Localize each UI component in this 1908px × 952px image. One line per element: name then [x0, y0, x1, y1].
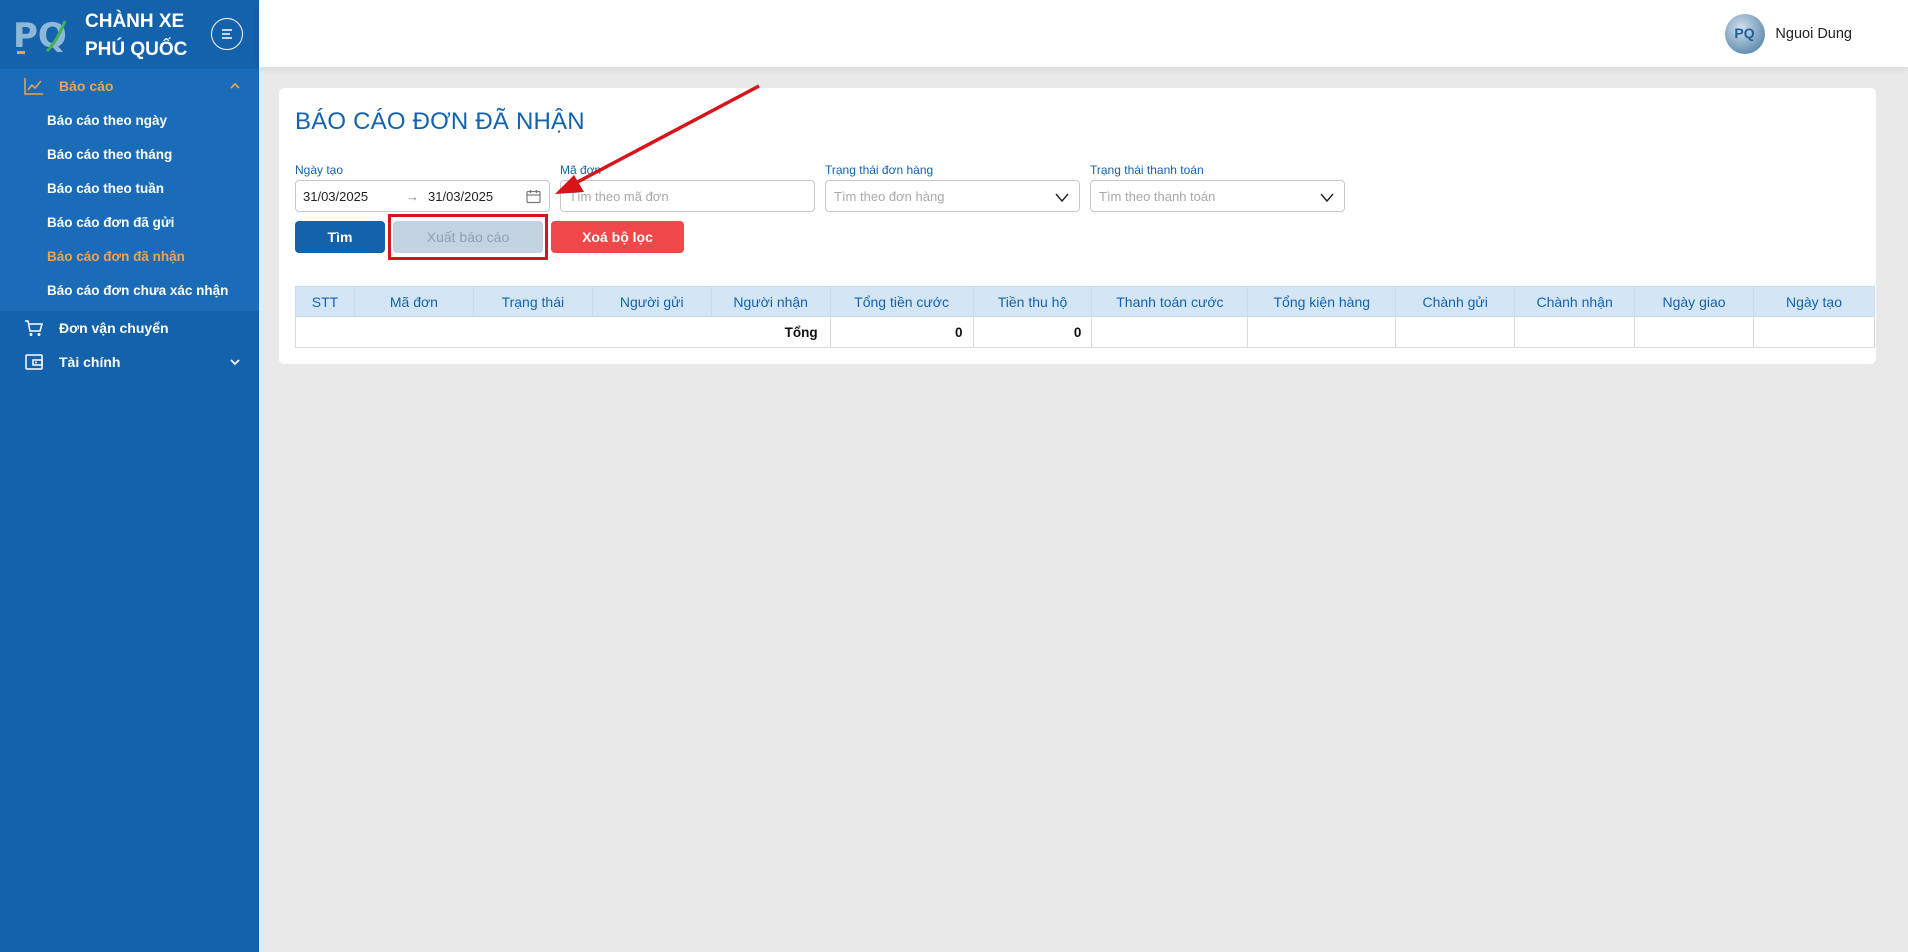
order-code-label: Mã đơn — [560, 163, 602, 177]
payment-status-select[interactable]: Tìm theo thanh toán — [1090, 180, 1345, 212]
sidebar-item-shipping-orders[interactable]: Đơn vận chuyển — [0, 311, 259, 345]
total-freight-value: 0 — [829, 316, 974, 348]
brand-line-2: PHÚ QUỐC — [85, 39, 188, 60]
chevron-down-icon — [230, 359, 240, 366]
sidebar-item-label: Đơn vận chuyển — [59, 320, 169, 336]
order-code-placeholder: Tìm theo mã đơn — [569, 188, 669, 204]
brand: PQ CHÀNH XE PHÚ QUỐC — [0, 0, 259, 69]
col-created-date[interactable]: Ngày tạo — [1752, 286, 1876, 317]
order-status-select[interactable]: Tìm theo đơn hàng — [825, 180, 1080, 212]
sidebar-item-finance[interactable]: Tài chính — [0, 345, 259, 379]
order-code-input[interactable]: Tìm theo mã đơn — [560, 180, 815, 212]
col-stt[interactable]: STT — [295, 286, 355, 317]
table-header-row: STT Mã đơn Trạng thái Người gửi Người nh… — [295, 286, 1876, 317]
col-delivery-date[interactable]: Ngày giao — [1634, 286, 1754, 317]
payment-status-label: Trạng thái thanh toán — [1090, 163, 1204, 177]
col-sender[interactable]: Người gửi — [591, 286, 712, 317]
page-title: BÁO CÁO ĐƠN ĐÃ NHẬN — [295, 108, 585, 135]
table-cell — [1634, 316, 1754, 348]
report-card: BÁO CÁO ĐƠN ĐÃ NHẬN Ngày tạo 31/03/2025 … — [279, 88, 1876, 364]
sidebar-item-label: Báo cáo — [59, 78, 114, 94]
sidebar-item-label: Tài chính — [59, 354, 121, 370]
clear-filters-button[interactable]: Xoá bộ lọc — [551, 221, 684, 253]
calendar-icon[interactable] — [526, 189, 541, 204]
col-total-packages[interactable]: Tổng kiện hàng — [1247, 286, 1397, 317]
submenu-daily-report[interactable]: Báo cáo theo ngày — [0, 103, 259, 137]
col-order-code[interactable]: Mã đơn — [353, 286, 474, 317]
logo-icon: PQ — [13, 16, 67, 56]
date-from-input[interactable]: 31/03/2025 — [303, 189, 406, 204]
submenu-unconfirmed-orders-report[interactable]: Báo cáo đơn chưa xác nhận — [0, 273, 259, 307]
cart-icon — [24, 318, 44, 338]
table-cell — [1091, 316, 1249, 348]
submenu-sent-orders-report[interactable]: Báo cáo đơn đã gửi — [0, 205, 259, 239]
search-button[interactable]: Tìm — [295, 221, 385, 253]
col-status[interactable]: Trạng thái — [472, 286, 593, 317]
table-cell — [1247, 316, 1397, 348]
report-table: STT Mã đơn Trạng thái Người gửi Người nh… — [295, 286, 1876, 348]
menu-toggle-button[interactable] — [211, 18, 243, 50]
table-cell — [1395, 316, 1516, 348]
brand-line-1: CHÀNH XE — [85, 11, 185, 32]
table-total-row: Tổng 0 0 — [295, 316, 1876, 348]
submenu-monthly-report[interactable]: Báo cáo theo tháng — [0, 137, 259, 171]
top-header: PQ Nguoi Dung — [259, 0, 1908, 67]
sidebar: PQ CHÀNH XE PHÚ QUỐC Báo cáo Báo cáo the… — [0, 0, 259, 952]
sidebar-item-reports[interactable]: Báo cáo — [0, 69, 259, 103]
table-cell — [1752, 316, 1876, 348]
date-separator: → — [406, 188, 419, 204]
submenu-weekly-report[interactable]: Báo cáo theo tuần — [0, 171, 259, 205]
table-cell — [1514, 316, 1636, 348]
export-highlight-box — [388, 214, 548, 260]
reports-submenu: Báo cáo theo ngày Báo cáo theo tháng Báo… — [0, 103, 259, 311]
col-receiver[interactable]: Người nhận — [710, 286, 831, 317]
user-name: Nguoi Dung — [1775, 26, 1852, 42]
wallet-icon — [24, 352, 44, 372]
col-freight-payment[interactable]: Thanh toán cước — [1091, 286, 1249, 317]
chevron-down-icon — [1320, 193, 1334, 203]
chevron-down-icon — [1055, 193, 1069, 203]
payment-status-placeholder: Tìm theo thanh toán — [1099, 188, 1216, 204]
col-receiving-depot[interactable]: Chành nhận — [1514, 286, 1636, 317]
submenu-received-orders-report[interactable]: Báo cáo đơn đã nhận — [0, 239, 259, 273]
date-range-picker[interactable]: 31/03/2025 → 31/03/2025 — [295, 180, 550, 212]
col-cod[interactable]: Tiền thu hộ — [972, 286, 1093, 317]
date-filter-label: Ngày tạo — [295, 163, 344, 177]
avatar[interactable]: PQ — [1725, 14, 1766, 54]
total-label: Tổng — [295, 316, 831, 348]
menu-lines-icon — [222, 29, 232, 39]
brand-name: CHÀNH XE PHÚ QUỐC — [85, 8, 187, 64]
date-to-input[interactable]: 31/03/2025 — [428, 189, 526, 204]
total-cod-value: 0 — [972, 316, 1093, 348]
col-sending-depot[interactable]: Chành gửi — [1395, 286, 1516, 317]
user-menu[interactable]: PQ Nguoi Dung — [1725, 14, 1852, 54]
order-status-placeholder: Tìm theo đơn hàng — [834, 188, 945, 204]
chevron-up-icon — [230, 82, 240, 89]
chart-line-icon — [24, 76, 44, 96]
col-total-freight[interactable]: Tổng tiền cước — [829, 286, 974, 317]
order-status-label: Trạng thái đơn hàng — [825, 163, 934, 177]
